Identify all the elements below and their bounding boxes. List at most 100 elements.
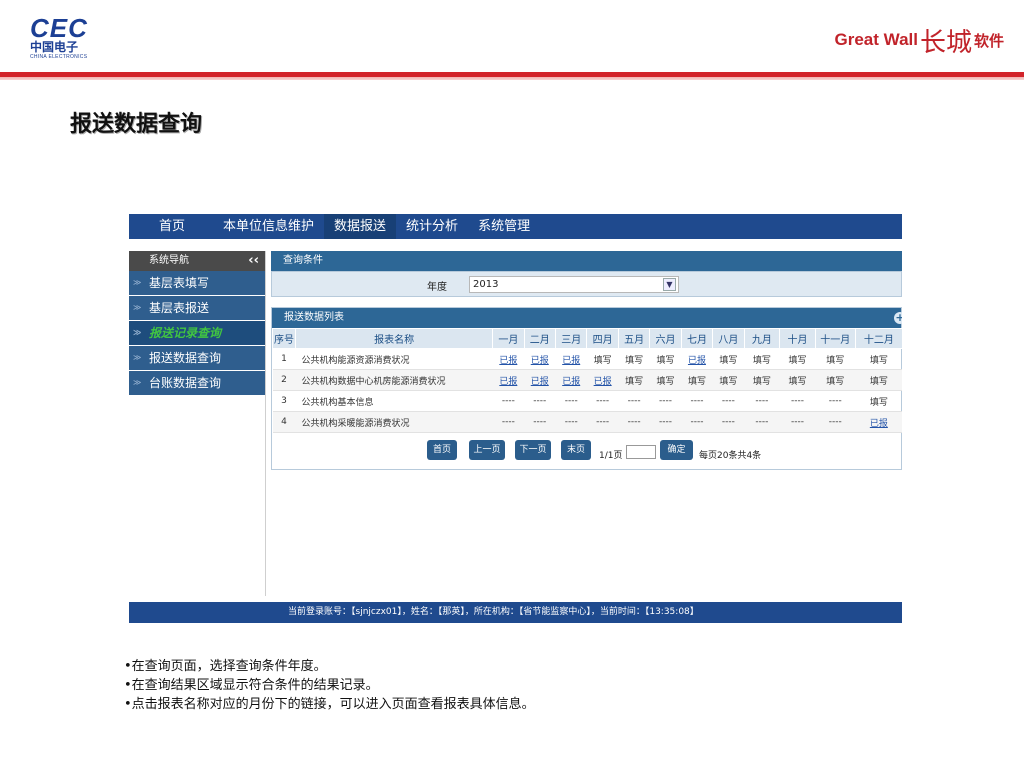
reported-link[interactable]: 已报 (499, 356, 517, 366)
nav-tab-0[interactable]: 首页 (129, 214, 213, 239)
month-cell: 填写 (744, 348, 780, 370)
reported-link[interactable]: 已报 (531, 356, 549, 366)
result-list-panel: 报送数据列表 + 序号 报表名称 一月 二月 三月 四月 五月 六月 七月 八月 九月 十月 十一月 十二… (271, 307, 902, 470)
sidebar-item-label: 报送数据查询 (149, 351, 222, 365)
bullet-icon: ≫ (133, 328, 142, 337)
row-number: 2 (272, 369, 296, 391)
cec-logo-en: CHINA ELECTRONICS (30, 54, 88, 60)
empty-status: ---- (533, 417, 547, 427)
month-cell: 填写 (712, 369, 745, 391)
reported-link[interactable]: 已报 (562, 356, 580, 366)
month-cell: ---- (524, 390, 556, 412)
query-conditions: 年度 2013 ▼ (271, 271, 902, 297)
reported-link[interactable]: 已报 (531, 377, 549, 387)
month-cell: ---- (815, 411, 856, 433)
month-cell: ---- (744, 390, 780, 412)
empty-status: ---- (690, 417, 704, 427)
month-cell: ---- (744, 411, 780, 433)
nav-tab-3[interactable]: 统计分析 (396, 214, 468, 239)
column-header: 九月 (743, 328, 781, 349)
empty-status: ---- (690, 396, 704, 406)
cec-logo-text: CEC (30, 13, 88, 43)
month-cell: 填写 (712, 348, 745, 370)
sidebar-item-4[interactable]: ≫ 台账数据查询 (129, 371, 265, 395)
month-cell: ---- (524, 411, 556, 433)
reported-link[interactable]: 已报 (594, 377, 612, 387)
fill-status: 填写 (719, 376, 738, 387)
month-cell: 已报 (492, 369, 525, 391)
fill-status: 填写 (656, 355, 675, 366)
great-wall-logo-suffix: 软件 (973, 31, 1004, 50)
fill-status: 填写 (719, 355, 738, 366)
month-cell: 填写 (649, 369, 682, 391)
sidebar-item-2[interactable]: ≫ 报送记录查询 (129, 321, 265, 345)
empty-status: ---- (828, 417, 842, 427)
confirm-button[interactable]: 确定 (660, 440, 693, 460)
chevron-down-icon[interactable]: ▼ (663, 278, 676, 291)
note-line: •点击报表名称对应的月份下的链接，可以进入页面查看报表具体信息。 (124, 697, 535, 712)
fill-status: 填写 (625, 376, 644, 387)
cec-logo-cn: 中国电子 (30, 40, 79, 54)
table-row: 4 公共机构采暖能源消费状况 ---- ---- ---- ---- ---- ---- ---… (272, 411, 902, 433)
table-row: 3 公共机构基本信息 ---- ---- ---- ---- ---- ---- ---- ---… (272, 390, 902, 412)
sidebar-header: 系统导航 ‹‹ (129, 251, 265, 271)
fill-status: 填写 (826, 376, 845, 387)
sidebar: 系统导航 ‹‹ ≫ 基层表填写 ≫ 基层表报送 ≫ 报送记录查询 ≫ 报送数据查询 ≫ 台账数据查… (129, 251, 266, 596)
column-header: 序号 (271, 328, 297, 349)
result-list-header: 报送数据列表 + (272, 308, 902, 328)
nav-tab-2[interactable]: 数据报送 (324, 214, 397, 239)
month-cell: 已报 (555, 369, 587, 391)
sidebar-item-0[interactable]: ≫ 基层表填写 (129, 271, 265, 295)
fill-status: 填写 (788, 376, 807, 387)
page-number-input[interactable] (626, 445, 656, 459)
month-cell: 已报 (492, 348, 525, 370)
note-line: •在查询结果区域显示符合条件的结果记录。 (124, 678, 379, 693)
fill-status: 填写 (687, 376, 706, 387)
great-wall-logo-text: Great Wall (834, 30, 918, 49)
bullet-icon: ≫ (133, 378, 142, 387)
sidebar-item-3[interactable]: ≫ 报送数据查询 (129, 346, 265, 370)
first-page-button[interactable]: 首页 (427, 440, 457, 460)
nav-tab-4[interactable]: 系统管理 (468, 214, 540, 239)
slide-title: 报送数据查询 (70, 112, 203, 137)
month-cell: 已报 (855, 411, 902, 433)
reported-link[interactable]: 已报 (870, 419, 888, 429)
column-header: 十二月 (854, 328, 902, 349)
page-info: 1/1页 (599, 451, 623, 461)
fill-status: 填写 (752, 376, 771, 387)
reported-link[interactable]: 已报 (688, 356, 706, 366)
sidebar-item-1[interactable]: ≫ 基层表报送 (129, 296, 265, 320)
prev-page-button[interactable]: 上一页 (469, 440, 505, 460)
nav-tab-1[interactable]: 本单位信息维护 (213, 214, 324, 239)
empty-status: ---- (533, 396, 547, 406)
table-header-row: 序号 报表名称 一月 二月 三月 四月 五月 六月 七月 八月 九月 十月 十一月 十二月 (271, 328, 902, 349)
month-cell: 已报 (586, 369, 619, 391)
month-cell: ---- (618, 390, 650, 412)
last-page-button[interactable]: 末页 (561, 440, 591, 460)
great-wall-logo: Great Wall 长城 软件 (835, 14, 1004, 66)
month-cell: 填写 (618, 369, 650, 391)
empty-status: ---- (791, 417, 805, 427)
plus-icon[interactable]: + (894, 312, 902, 324)
month-cell: ---- (712, 390, 745, 412)
main-content: 查询条件 年度 2013 ▼ 报送数据列表 + 序号 报表名称 一月 二月 三月 四月 五月… (271, 251, 902, 470)
month-cell: 填写 (855, 369, 902, 391)
month-cell: 填写 (815, 369, 856, 391)
sidebar-item-label: 报送记录查询 (149, 326, 222, 340)
empty-status: ---- (627, 396, 641, 406)
app-window: 首页 本单位信息维护 数据报送 统计分析 系统管理 系统导航 ‹‹ ≫ 基层表填写 ≫ 基层表… (129, 214, 902, 623)
fill-status: 填写 (869, 355, 888, 366)
query-panel-title: 查询条件 (271, 251, 902, 271)
year-select[interactable]: 2013 ▼ (469, 276, 679, 293)
collapse-icon[interactable]: ‹‹ (248, 251, 259, 271)
empty-status: ---- (627, 417, 641, 427)
month-cell: ---- (681, 411, 713, 433)
bullet-icon: ≫ (133, 353, 142, 362)
reported-link[interactable]: 已报 (562, 377, 580, 387)
reported-link[interactable]: 已报 (499, 377, 517, 387)
fill-status: 填写 (869, 376, 888, 387)
month-cell: 填写 (779, 348, 816, 370)
bullet-icon: ≫ (133, 278, 142, 287)
next-page-button[interactable]: 下一页 (515, 440, 551, 460)
month-cell: 填写 (855, 390, 902, 412)
